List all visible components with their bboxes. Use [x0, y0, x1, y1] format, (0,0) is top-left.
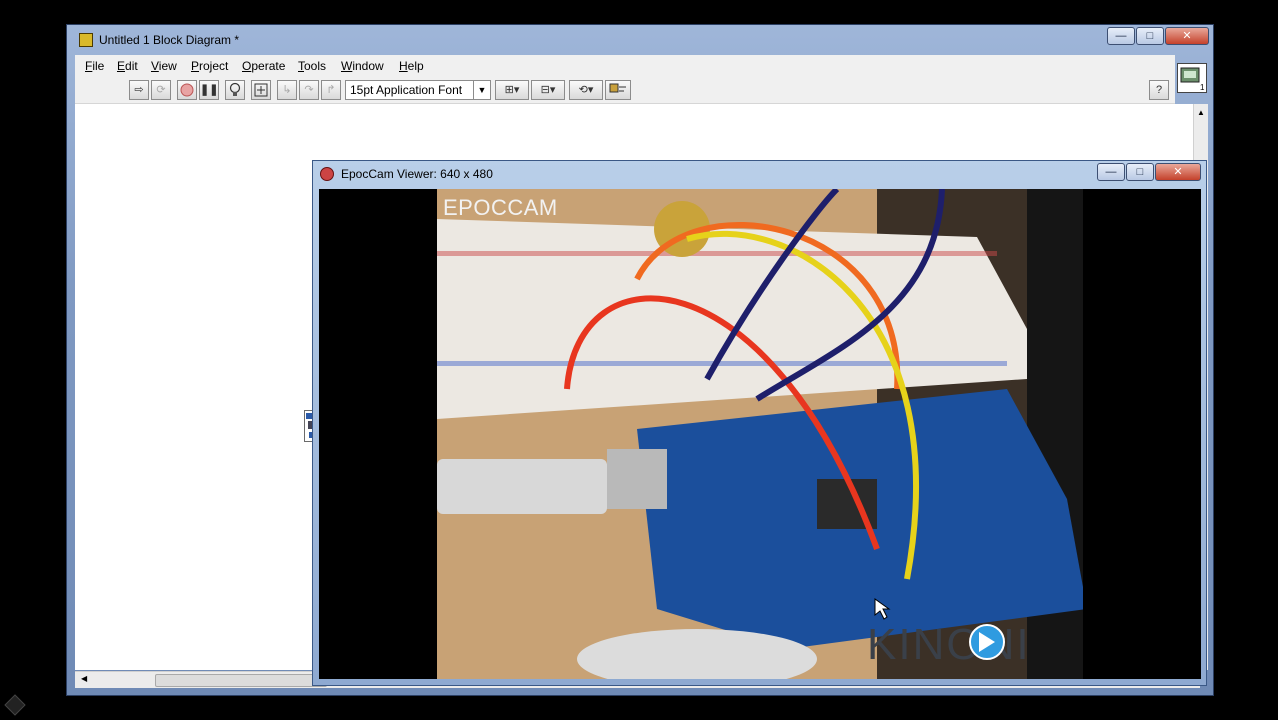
step-out-icon[interactable]: ↱ — [321, 80, 341, 100]
menu-view[interactable]: View — [151, 59, 177, 73]
menu-help[interactable]: Help — [399, 59, 424, 73]
menu-file[interactable]: File — [85, 59, 104, 73]
distribute-objects-icon[interactable]: ⊟▾ — [531, 80, 565, 100]
arduino-breadboard-photo — [437, 189, 1083, 679]
menu-window[interactable]: Window — [341, 59, 384, 73]
text-settings-font-dropdown[interactable]: 15pt Application Font ▼ — [345, 80, 491, 100]
vi-connector-icon[interactable]: 1 — [1177, 63, 1207, 93]
font-select-value: 15pt Application Font — [350, 83, 463, 97]
desktop-shortcut-icon[interactable] — [4, 694, 26, 716]
window-title: Untitled 1 Block Diagram * — [99, 33, 240, 47]
menu-project[interactable]: Project — [191, 59, 228, 73]
kinoni-watermark-logo: KINONI — [865, 617, 1075, 669]
menu-edit[interactable]: Edit — [117, 59, 138, 73]
toolbar: ⇨ ⟳ ❚❚ ↳ ↷ ↱ 15pt Application Font ▼ ⊞▾ … — [75, 77, 1175, 104]
retain-wire-values-icon[interactable] — [251, 80, 271, 100]
epoccam-maximize-button[interactable]: □ — [1126, 163, 1154, 181]
epoccam-overlay-label: EPOCCAM — [443, 195, 558, 220]
step-over-icon[interactable]: ↷ — [299, 80, 319, 100]
abort-execution-icon[interactable] — [177, 80, 197, 100]
pause-icon[interactable]: ❚❚ — [199, 80, 219, 100]
run-arrow-icon[interactable]: ⇨ — [129, 80, 149, 100]
epoccam-viewer-window: EpocCam Viewer: 640 x 480 — □ ✕ EPOCCAM — [312, 160, 1207, 686]
run-continuously-icon[interactable]: ⟳ — [151, 80, 171, 100]
highlight-execution-bulb-icon[interactable] — [225, 80, 245, 100]
minimize-button[interactable]: — — [1107, 27, 1135, 45]
menu-tools[interactable]: Tools — [298, 59, 326, 73]
clean-up-diagram-icon[interactable] — [605, 80, 631, 100]
epoccam-title-bar[interactable]: EpocCam Viewer: 640 x 480 — □ ✕ — [313, 161, 1206, 187]
context-help-button[interactable]: ? — [1149, 80, 1169, 100]
epoccam-app-icon — [320, 167, 334, 181]
align-objects-icon[interactable]: ⊞▾ — [495, 80, 529, 100]
svg-text:1: 1 — [1200, 83, 1205, 92]
menu-operate[interactable]: Operate — [242, 59, 285, 73]
watermark-text: KINONI — [867, 620, 1031, 667]
labview-app-icon — [79, 33, 93, 47]
step-into-icon[interactable]: ↳ — [277, 80, 297, 100]
horizontal-scroll-thumb[interactable] — [155, 674, 327, 687]
maximize-button[interactable]: □ — [1136, 27, 1164, 45]
close-button[interactable]: ✕ — [1165, 27, 1209, 45]
camera-video-feed: EPOCCAM KINONI — [319, 189, 1201, 679]
main-title-bar[interactable]: Untitled 1 Block Diagram * — □ ✕ — [67, 25, 1213, 55]
menu-bar: File Edit View Project Operate Tools Win… — [75, 55, 1175, 77]
scroll-up-icon[interactable]: ▲ — [1197, 108, 1205, 117]
reorder-icon[interactable]: ⟲▾ — [569, 80, 603, 100]
scroll-left-icon[interactable]: ◀ — [81, 674, 87, 683]
epoccam-close-button[interactable]: ✕ — [1155, 163, 1201, 181]
epoccam-window-title: EpocCam Viewer: 640 x 480 — [341, 167, 493, 181]
chevron-down-icon: ▼ — [473, 81, 490, 99]
epoccam-minimize-button[interactable]: — — [1097, 163, 1125, 181]
